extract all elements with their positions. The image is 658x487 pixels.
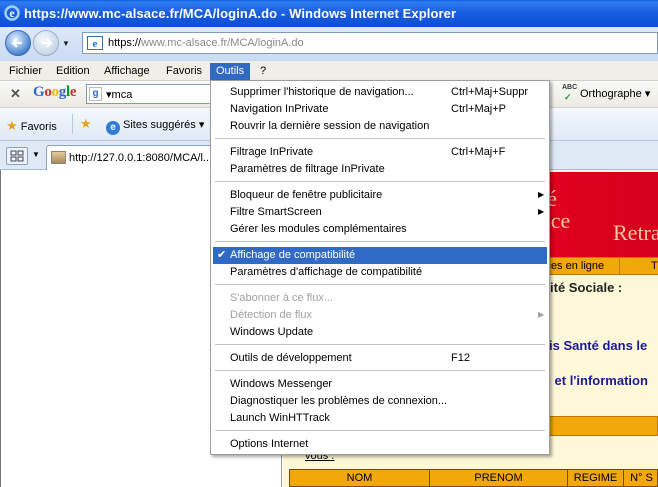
- menu-separator: [215, 344, 545, 345]
- table-header-prenom: PRENOM: [430, 470, 568, 487]
- table-header-regime: REGIME: [568, 470, 624, 487]
- menu-help[interactable]: ?: [254, 63, 272, 80]
- nav-link-services[interactable]: ices en ligne: [543, 260, 604, 272]
- menu-fichier[interactable]: Fichier: [3, 63, 48, 80]
- banner-text-3: Retra: [613, 220, 658, 245]
- menu-separator: [215, 241, 545, 242]
- quick-tabs-icon: [10, 150, 24, 162]
- address-toolbar: ▼ e https://www.mc-alsace.fr/MCA/loginA.…: [0, 27, 658, 61]
- google-logo: Google: [33, 84, 77, 100]
- google-search-value: ▾mca: [106, 89, 133, 101]
- address-url: https://www.mc-alsace.fr/MCA/loginA.do: [108, 37, 304, 49]
- menu-item-internet-options[interactable]: Options Internet: [213, 436, 547, 453]
- spellcheck-icon[interactable]: ABC: [562, 84, 577, 91]
- menu-bar: Fichier Edition Affichage Favoris Outils…: [0, 61, 658, 81]
- google-search-input[interactable]: g ▾mca: [86, 84, 216, 104]
- menu-outils[interactable]: Outils: [210, 63, 251, 80]
- page-icon: e: [87, 36, 103, 50]
- menu-item-diagnose-connection[interactable]: Diagnostiquer les problèmes de connexion…: [213, 393, 547, 410]
- checkmark-icon: ✔: [217, 249, 227, 261]
- menu-item-delete-history[interactable]: Supprimer l'historique de navigation... C…: [213, 84, 547, 101]
- star-icon: ★: [6, 118, 18, 133]
- window-title: https://www.mc-alsace.fr/MCA/loginA.do -…: [24, 6, 457, 21]
- sante-text: is Santé dans le: [549, 338, 648, 353]
- menu-item-compatibility-settings[interactable]: Paramètres d'affichage de compatibilité: [213, 264, 547, 281]
- menu-item-smartscreen[interactable]: Filtre SmartScreen ▶: [213, 204, 547, 221]
- tab-label: http://127.0.0.1:8080/MCA/l...: [69, 152, 213, 164]
- check-icon: ✓: [564, 92, 572, 102]
- forward-button[interactable]: [33, 30, 59, 56]
- menu-item-inprivate-filtering[interactable]: Filtrage InPrivate Ctrl+Maj+F: [213, 144, 547, 161]
- title-bar: e https://www.mc-alsace.fr/MCA/loginA.do…: [0, 0, 658, 27]
- tab-list-dropdown-icon[interactable]: ▼: [32, 150, 40, 159]
- menu-item-feed-discovery: Détection de flux ▶: [230, 309, 545, 321]
- svg-text:e: e: [9, 6, 15, 20]
- table-header-num: N° S: [630, 472, 653, 484]
- menu-separator: [215, 138, 545, 139]
- menu-separator: [215, 284, 545, 285]
- information-text: n et l'information: [543, 373, 648, 388]
- menu-item-launch-winhttrack[interactable]: Launch WinHTTrack: [213, 410, 547, 427]
- menu-item-reopen-session[interactable]: Rouvrir la dernière session de navigatio…: [213, 118, 547, 135]
- add-favorite-icon[interactable]: ★: [80, 116, 92, 132]
- tab-page-icon: [51, 151, 66, 164]
- spellcheck-button[interactable]: Orthographe ▾: [580, 87, 650, 100]
- back-arrow-icon: [11, 38, 22, 48]
- forward-arrow-icon: [42, 38, 53, 48]
- table-header-row: NOM PRENOM REGIME N° S: [289, 469, 658, 487]
- back-button[interactable]: [5, 30, 31, 56]
- ie-logo-icon: e: [4, 5, 20, 21]
- svg-text:e: e: [93, 38, 98, 50]
- tools-menu: Supprimer l'historique de navigation... C…: [210, 80, 550, 455]
- menu-item-windows-messenger[interactable]: Windows Messenger: [213, 376, 547, 393]
- suggested-sites-button[interactable]: e Sites suggérés ▾: [106, 118, 204, 135]
- menu-item-inprivate-browsing[interactable]: Navigation InPrivate Ctrl+Maj+P: [213, 101, 547, 118]
- menu-item-windows-update[interactable]: Windows Update: [213, 324, 547, 341]
- menu-item-popup-blocker[interactable]: Bloqueur de fenêtre publicitaire ▶: [213, 187, 547, 204]
- menu-affichage[interactable]: Affichage: [98, 63, 156, 80]
- menu-item-subscribe-feed: S'abonner à ce flux...: [230, 292, 333, 304]
- quick-tabs-button[interactable]: [6, 147, 28, 165]
- favorites-separator: [72, 114, 73, 134]
- favorites-button[interactable]: ★ Favoris: [6, 118, 57, 134]
- submenu-arrow-icon: ▶: [538, 207, 545, 216]
- history-dropdown-icon[interactable]: ▼: [62, 39, 70, 48]
- submenu-arrow-icon: ▶: [538, 310, 545, 319]
- nav-separator: [619, 258, 620, 275]
- google-g-icon[interactable]: g: [89, 87, 102, 101]
- menu-item-manage-addons[interactable]: Gérer les modules complémentaires: [213, 221, 547, 238]
- ie-small-icon: e: [106, 121, 120, 135]
- address-bar[interactable]: e https://www.mc-alsace.fr/MCA/loginA.do: [82, 32, 658, 54]
- menu-item-compatibility-view[interactable]: ✔ Affichage de compatibilité: [213, 247, 547, 264]
- menu-separator: [215, 370, 545, 371]
- submenu-arrow-icon: ▶: [538, 190, 545, 199]
- table-header-nom: NOM: [290, 470, 430, 487]
- menu-item-developer-tools[interactable]: Outils de développement F12: [213, 350, 547, 367]
- close-toolbar-icon[interactable]: ✕: [10, 86, 21, 102]
- nav-link-t[interactable]: T: [651, 260, 658, 272]
- menu-edition[interactable]: Edition: [50, 63, 96, 80]
- menu-separator: [215, 430, 545, 431]
- menu-favoris[interactable]: Favoris: [160, 63, 208, 80]
- menu-item-inprivate-filtering-settings[interactable]: Paramètres de filtrage InPrivate: [213, 161, 547, 178]
- tab-current[interactable]: http://127.0.0.1:8080/MCA/l...: [46, 145, 221, 170]
- menu-separator: [215, 181, 545, 182]
